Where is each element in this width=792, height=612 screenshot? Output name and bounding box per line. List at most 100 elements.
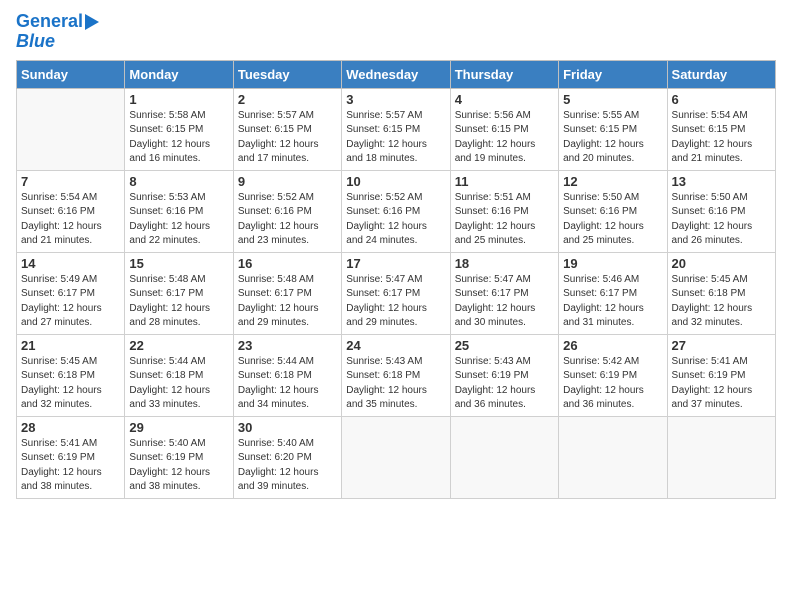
calendar-cell: 18 Sunrise: 5:47 AMSunset: 6:17 PMDayligh… [450,252,558,334]
day-info: Sunrise: 5:57 AMSunset: 6:15 PMDaylight:… [346,109,445,167]
day-header-friday: Friday [559,60,667,88]
day-number: 6 [672,92,771,107]
day-number: 28 [21,420,120,435]
day-info: Sunrise: 5:47 AMSunset: 6:17 PMDaylight:… [346,273,445,331]
header: General Blue [16,12,776,52]
calendar-cell: 14Sunrise: 5:49 AMSunset: 6:17 PMDayligh… [17,252,125,334]
calendar-cell: 30Sunrise: 5:40 AMSunset: 6:20 PMDayligh… [233,416,341,498]
calendar-cell: 16 Sunrise: 5:48 AMSunset: 6:17 PMDayligh… [233,252,341,334]
day-number: 20 [672,256,771,271]
day-header-wednesday: Wednesday [342,60,450,88]
day-number: 29 [129,420,228,435]
calendar-week-4: 21 Sunrise: 5:45 AMSunset: 6:18 PMDayligh… [17,334,776,416]
day-number: 17 [346,256,445,271]
day-info: Sunrise: 5:51 AMSunset: 6:16 PMDaylight:… [455,191,554,249]
calendar-table: SundayMondayTuesdayWednesdayThursdayFrid… [16,60,776,499]
calendar-cell [667,416,775,498]
day-info: Sunrise: 5:56 AMSunset: 6:15 PMDaylight:… [455,109,554,167]
day-number: 8 [129,174,228,189]
day-number: 2 [238,92,337,107]
calendar-cell: 20 Sunrise: 5:45 AMSunset: 6:18 PMDayligh… [667,252,775,334]
day-number: 7 [21,174,120,189]
day-info: Sunrise: 5:53 AMSunset: 6:16 PMDaylight:… [129,191,228,249]
calendar-cell: 21 Sunrise: 5:45 AMSunset: 6:18 PMDayligh… [17,334,125,416]
day-info: Sunrise: 5:42 AMSunset: 6:19 PMDaylight:… [563,355,662,413]
day-info: Sunrise: 5:45 AMSunset: 6:18 PMDaylight:… [672,273,771,331]
calendar-week-2: 7 Sunrise: 5:54 AMSunset: 6:16 PMDaylight… [17,170,776,252]
day-info: Sunrise: 5:41 AMSunset: 6:19 PMDaylight:… [21,437,120,495]
day-info: Sunrise: 5:49 AMSunset: 6:17 PMDaylight:… [21,273,120,331]
day-number: 27 [672,338,771,353]
calendar-cell: 6 Sunrise: 5:54 AMSunset: 6:15 PMDaylight… [667,88,775,170]
day-number: 16 [238,256,337,271]
logo-general: General [16,11,83,31]
day-info: Sunrise: 5:50 AMSunset: 6:16 PMDaylight:… [563,191,662,249]
calendar-cell: 17 Sunrise: 5:47 AMSunset: 6:17 PMDayligh… [342,252,450,334]
day-info: Sunrise: 5:54 AMSunset: 6:16 PMDaylight:… [21,191,120,249]
page: General Blue SundayMondayTuesdayWednesda… [0,0,792,612]
calendar-cell: 23 Sunrise: 5:44 AMSunset: 6:18 PMDayligh… [233,334,341,416]
calendar-cell [17,88,125,170]
day-number: 12 [563,174,662,189]
calendar-week-1: 1 Sunrise: 5:58 AMSunset: 6:15 PMDaylight… [17,88,776,170]
day-number: 1 [129,92,228,107]
day-header-tuesday: Tuesday [233,60,341,88]
calendar-cell: 10 Sunrise: 5:52 AMSunset: 6:16 PMDayligh… [342,170,450,252]
calendar-week-5: 28 Sunrise: 5:41 AMSunset: 6:19 PMDayligh… [17,416,776,498]
calendar-cell [559,416,667,498]
calendar-cell: 15Sunrise: 5:48 AMSunset: 6:17 PMDayligh… [125,252,233,334]
calendar-cell: 13Sunrise: 5:50 AMSunset: 6:16 PMDayligh… [667,170,775,252]
day-info: Sunrise: 5:48 AMSunset: 6:17 PMDaylight:… [238,273,337,331]
day-number: 26 [563,338,662,353]
day-info: Sunrise: 5:47 AMSunset: 6:17 PMDaylight:… [455,273,554,331]
calendar-cell: 26 Sunrise: 5:42 AMSunset: 6:19 PMDayligh… [559,334,667,416]
day-number: 25 [455,338,554,353]
day-info: Sunrise: 5:54 AMSunset: 6:15 PMDaylight:… [672,109,771,167]
calendar-week-3: 14Sunrise: 5:49 AMSunset: 6:17 PMDayligh… [17,252,776,334]
day-info: Sunrise: 5:46 AMSunset: 6:17 PMDaylight:… [563,273,662,331]
calendar-header-row: SundayMondayTuesdayWednesdayThursdayFrid… [17,60,776,88]
calendar-cell [342,416,450,498]
day-number: 13 [672,174,771,189]
logo-blue: Blue [16,32,55,52]
day-number: 24 [346,338,445,353]
calendar-cell: 2 Sunrise: 5:57 AMSunset: 6:15 PMDaylight… [233,88,341,170]
day-info: Sunrise: 5:43 AMSunset: 6:19 PMDaylight:… [455,355,554,413]
day-number: 21 [21,338,120,353]
day-number: 22 [129,338,228,353]
calendar-cell: 28 Sunrise: 5:41 AMSunset: 6:19 PMDayligh… [17,416,125,498]
day-header-thursday: Thursday [450,60,558,88]
day-info: Sunrise: 5:48 AMSunset: 6:17 PMDaylight:… [129,273,228,331]
day-number: 23 [238,338,337,353]
calendar-cell: 27 Sunrise: 5:41 AMSunset: 6:19 PMDayligh… [667,334,775,416]
day-info: Sunrise: 5:41 AMSunset: 6:19 PMDaylight:… [672,355,771,413]
day-header-sunday: Sunday [17,60,125,88]
day-info: Sunrise: 5:44 AMSunset: 6:18 PMDaylight:… [238,355,337,413]
logo-text: General [16,12,83,32]
day-info: Sunrise: 5:45 AMSunset: 6:18 PMDaylight:… [21,355,120,413]
day-number: 4 [455,92,554,107]
calendar-cell: 1 Sunrise: 5:58 AMSunset: 6:15 PMDaylight… [125,88,233,170]
calendar-cell: 25 Sunrise: 5:43 AMSunset: 6:19 PMDayligh… [450,334,558,416]
day-info: Sunrise: 5:55 AMSunset: 6:15 PMDaylight:… [563,109,662,167]
calendar-cell: 24Sunrise: 5:43 AMSunset: 6:18 PMDayligh… [342,334,450,416]
day-number: 11 [455,174,554,189]
day-info: Sunrise: 5:58 AMSunset: 6:15 PMDaylight:… [129,109,228,167]
day-info: Sunrise: 5:52 AMSunset: 6:16 PMDaylight:… [238,191,337,249]
day-info: Sunrise: 5:44 AMSunset: 6:18 PMDaylight:… [129,355,228,413]
calendar-cell: 9Sunrise: 5:52 AMSunset: 6:16 PMDaylight… [233,170,341,252]
logo-arrow-icon [85,14,99,30]
calendar-cell: 3 Sunrise: 5:57 AMSunset: 6:15 PMDaylight… [342,88,450,170]
logo: General Blue [16,12,99,52]
day-number: 5 [563,92,662,107]
calendar-cell [450,416,558,498]
day-info: Sunrise: 5:52 AMSunset: 6:16 PMDaylight:… [346,191,445,249]
day-number: 18 [455,256,554,271]
day-number: 3 [346,92,445,107]
calendar-cell: 12 Sunrise: 5:50 AMSunset: 6:16 PMDayligh… [559,170,667,252]
day-info: Sunrise: 5:57 AMSunset: 6:15 PMDaylight:… [238,109,337,167]
day-info: Sunrise: 5:40 AMSunset: 6:20 PMDaylight:… [238,437,337,495]
day-number: 10 [346,174,445,189]
calendar-cell: 5 Sunrise: 5:55 AMSunset: 6:15 PMDaylight… [559,88,667,170]
calendar-cell: 7 Sunrise: 5:54 AMSunset: 6:16 PMDaylight… [17,170,125,252]
